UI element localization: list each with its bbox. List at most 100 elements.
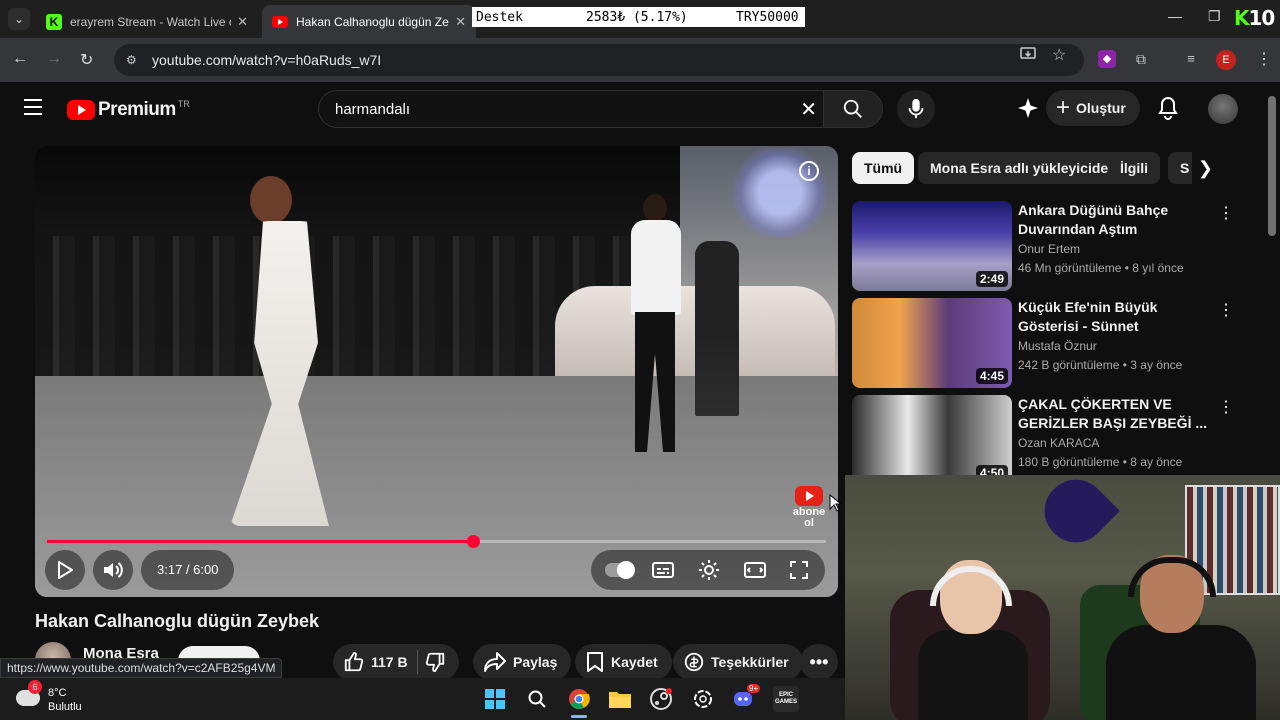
donation-label: Destek <box>476 9 523 25</box>
recommendation-channel[interactable]: Onur Ertem <box>1018 242 1080 256</box>
save-button[interactable]: Kaydet <box>575 644 672 680</box>
recommendation-title[interactable]: Ankara Düğünü Bahçe Duvarından Aştım <box>1018 201 1214 239</box>
url-text: youtube.com/watch?v=h0aRuds_w7I <box>152 52 382 68</box>
settings-gear-icon[interactable] <box>697 558 721 587</box>
youtube-premium-logo[interactable]: Premium TR <box>67 99 190 121</box>
recommendation-title[interactable]: Küçük Efe'nin Büyük Gösterisi - Sünnet Ç… <box>1018 298 1214 336</box>
like-button[interactable]: 117 B <box>333 650 418 674</box>
logo-text: Premium <box>98 99 176 120</box>
back-icon[interactable]: ← <box>12 50 28 68</box>
forward-icon[interactable]: → <box>46 50 62 68</box>
recommendation-channel[interactable]: Mustafa Öznur <box>1018 339 1097 353</box>
youtube-subscribe-icon <box>795 486 823 506</box>
webcam-person-left <box>890 560 1050 720</box>
kick-overlay-logo: K10 <box>1234 6 1275 30</box>
recommendation-item[interactable]: 4:50 ÇAKAL ÇÖKERTEN VE GERİZLER BAŞI ZEY… <box>852 395 1252 485</box>
search-box: ✕ <box>318 90 824 128</box>
share-label: Paylaş <box>513 654 558 670</box>
mouse-cursor-icon <box>829 494 841 512</box>
recommendation-channel[interactable]: Ozan KARACA <box>1018 436 1099 450</box>
autoplay-toggle[interactable] <box>605 561 635 579</box>
fullscreen-icon[interactable] <box>787 558 811 587</box>
chevron-right-icon[interactable]: ❯ <box>1198 158 1213 179</box>
media-controls-icon[interactable]: ≡ <box>1182 50 1200 68</box>
menu-icon[interactable] <box>24 99 42 120</box>
more-options-icon[interactable]: ⋮ <box>1218 203 1234 223</box>
tab-kick-stream[interactable]: K erayrem Stream - Watch Live o ✕ <box>36 5 258 38</box>
browser-tab-strip: ⌄ K erayrem Stream - Watch Live o ✕ Haka… <box>0 0 1280 38</box>
notifications-bell-icon[interactable] <box>1157 96 1179 125</box>
video-title: Hakan Calhanoglu dügün Zeybek <box>35 611 320 631</box>
chrome-icon[interactable] <box>566 686 592 712</box>
more-options-icon[interactable]: ⋮ <box>1218 397 1234 417</box>
address-bar[interactable]: ⚙ youtube.com/watch?v=h0aRuds_w7I <box>114 44 1084 76</box>
recommendation-item[interactable]: 4:45 Küçük Efe'nin Büyük Gösterisi - Sün… <box>852 298 1252 388</box>
recommendation-title[interactable]: ÇAKAL ÇÖKERTEN VE GERİZLER BAŞI ZEYBEĞİ … <box>1018 395 1214 433</box>
theater-mode-icon[interactable] <box>743 558 767 587</box>
more-options-icon[interactable]: ⋮ <box>1218 300 1234 320</box>
player-right-controls <box>591 550 825 590</box>
recommendation-item[interactable]: 2:49 Ankara Düğünü Bahçe Duvarından Aştı… <box>852 201 1252 291</box>
more-actions-button[interactable]: ••• <box>800 644 838 680</box>
play-button[interactable] <box>45 550 85 590</box>
play-icon <box>58 561 73 579</box>
windows-start-icon[interactable] <box>482 686 508 712</box>
progress-bar[interactable] <box>47 535 826 548</box>
minimize-icon[interactable]: — <box>1168 8 1182 24</box>
thumbs-down-icon <box>425 652 445 673</box>
recommendation-meta: 180 B görüntüleme • 8 ay önce <box>1018 455 1183 469</box>
tab-search-chevron-icon[interactable]: ⌄ <box>8 8 30 30</box>
chip-from-uploader[interactable]: Mona Esra adlı yükleyiciden <box>918 152 1129 184</box>
voice-search-button[interactable] <box>897 90 935 128</box>
browser-toolbar: ← → ↻ ⚙ youtube.com/watch?v=h0aRuds_w7I … <box>0 38 1280 82</box>
thanks-button[interactable]: Teşekkürler <box>673 644 803 680</box>
donation-amount: 2583₺ (5.17%) <box>586 9 688 25</box>
install-app-icon[interactable] <box>1020 46 1036 65</box>
discord-badge: 9+ <box>747 684 761 693</box>
close-tab-icon[interactable]: ✕ <box>455 14 466 30</box>
chip-more[interactable]: S <box>1168 152 1192 184</box>
epic-games-icon[interactable]: EPIC GAMES <box>773 686 799 712</box>
chip-all[interactable]: Tümü <box>852 152 915 184</box>
page-scrollbar[interactable] <box>1268 96 1276 236</box>
discord-icon[interactable]: 9+ <box>731 684 761 712</box>
browser-menu-icon[interactable]: ⋮ <box>1256 49 1272 69</box>
like-count: 117 B <box>371 654 408 670</box>
extensions-puzzle-icon[interactable]: ⧉ <box>1132 50 1150 68</box>
subtitles-icon[interactable] <box>651 558 675 587</box>
search-input[interactable] <box>335 100 775 118</box>
recommendation-thumbnail[interactable]: 2:49 <box>852 201 1012 291</box>
close-tab-icon[interactable]: ✕ <box>237 14 248 30</box>
taskbar-search-icon[interactable] <box>524 686 550 712</box>
weather-badge: 6 <box>28 680 42 694</box>
file-explorer-icon[interactable] <box>607 686 633 712</box>
steam-icon[interactable] <box>648 686 674 712</box>
video-frame-cameraman <box>695 241 739 416</box>
bookmark-star-icon[interactable]: ☆ <box>1052 45 1066 65</box>
account-avatar[interactable] <box>1208 94 1238 124</box>
tab-youtube-video[interactable]: Hakan Calhanoglu dügün Zeyb ✕ <box>262 5 476 38</box>
chip-related[interactable]: İlgili <box>1108 152 1160 184</box>
volume-icon <box>104 562 123 578</box>
ai-assistant-icon[interactable] <box>1016 96 1040 125</box>
create-button[interactable]: + Oluştur <box>1046 90 1140 126</box>
volume-button[interactable] <box>93 550 133 590</box>
weather-widget[interactable]: 6 8°C Bulutlu <box>16 680 82 714</box>
clear-search-icon[interactable]: ✕ <box>800 97 817 122</box>
chatgpt-icon[interactable] <box>690 686 716 712</box>
profile-avatar[interactable]: E <box>1216 50 1236 70</box>
recommendation-thumbnail[interactable]: 4:50 <box>852 395 1012 485</box>
info-card-icon[interactable]: i <box>799 161 819 181</box>
search-button[interactable] <box>823 90 883 128</box>
restore-icon[interactable]: ❐ <box>1208 8 1221 25</box>
site-info-icon[interactable]: ⚙ <box>126 53 142 67</box>
share-button[interactable]: Paylaş <box>473 644 572 680</box>
recommendation-thumbnail[interactable]: 4:45 <box>852 298 1012 388</box>
recommendation-meta: 242 B görüntüleme • 3 ay önce <box>1018 358 1183 372</box>
extension-icon[interactable]: ◆ <box>1098 50 1116 68</box>
dislike-button[interactable] <box>418 651 458 673</box>
video-duration: 4:45 <box>975 368 1008 384</box>
video-player[interactable]: i abone ol 3:17 / 6:00 <box>35 146 838 597</box>
reload-icon[interactable]: ↻ <box>80 50 93 70</box>
subscribe-watermark[interactable]: abone ol <box>787 486 831 529</box>
